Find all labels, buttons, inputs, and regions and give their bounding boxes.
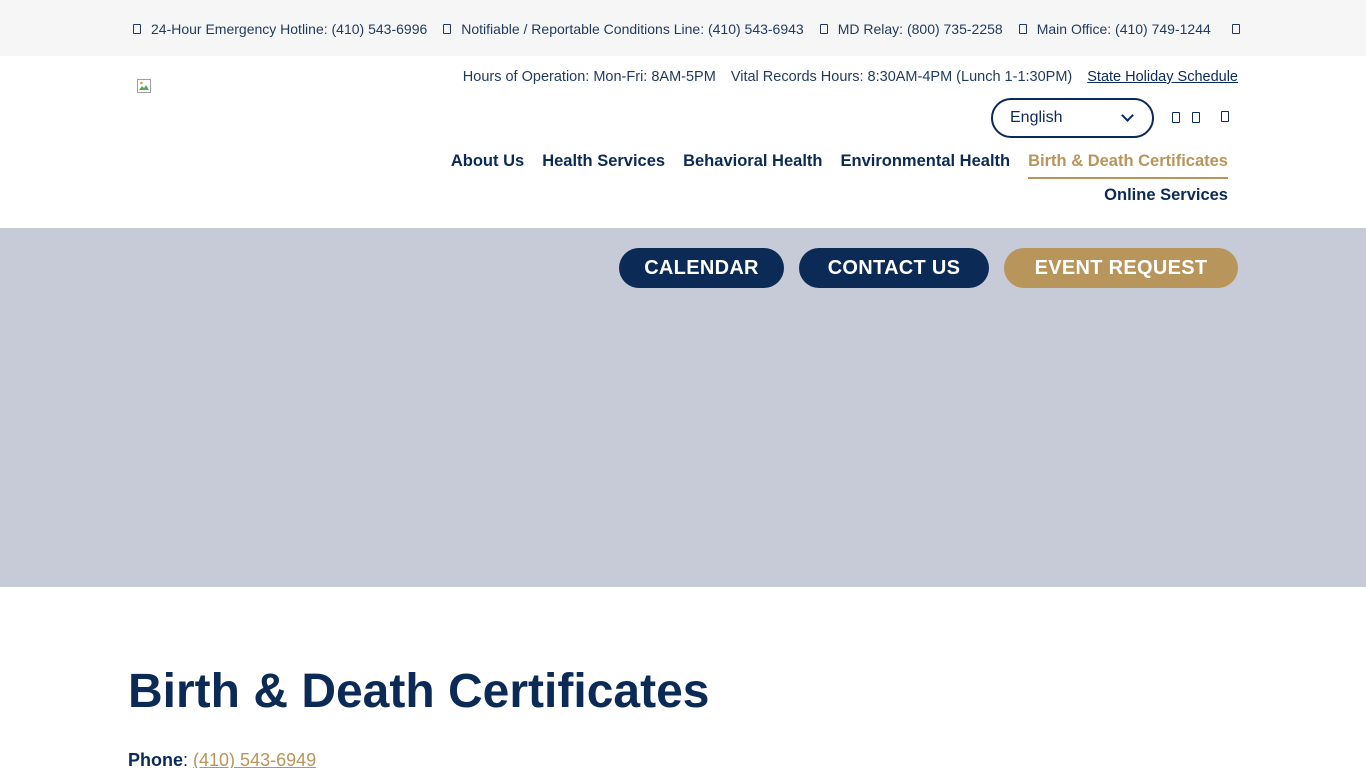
- language-select[interactable]: English: [991, 98, 1154, 138]
- broken-image-icon: [137, 79, 151, 93]
- twitter-icon[interactable]: [1192, 112, 1200, 123]
- md-relay-label: MD Relay: (800) 735-2258: [837, 21, 1003, 37]
- hours-of-operation: Hours of Operation: Mon-Fri: 8AM-5PM: [462, 69, 716, 85]
- search-icon[interactable]: [1231, 24, 1240, 34]
- main-office[interactable]: Main Office: (410) 749-1244: [1016, 21, 1211, 37]
- main-nav: About Us Health Services Behavioral Heal…: [433, 152, 1228, 179]
- nav-item-online-services[interactable]: Online Services: [1104, 186, 1228, 205]
- phone-icon: [819, 24, 828, 34]
- language-value: English: [1010, 109, 1063, 126]
- emergency-hotline-label: 24-Hour Emergency Hotline: (410) 543-699…: [151, 21, 428, 37]
- nav-item-health-services[interactable]: Health Services: [542, 152, 665, 179]
- phone-line: Phone: (410) 543-6949: [128, 750, 316, 768]
- hours-bar: Hours of Operation: Mon-Fri: 8AM-5PM Vit…: [448, 69, 1238, 85]
- reportable-conditions-label: Notifiable / Reportable Conditions Line:…: [461, 21, 804, 37]
- phone-label: Phone: [128, 750, 184, 768]
- site-logo[interactable]: [137, 79, 153, 95]
- vital-records-hours: Vital Records Hours: 8:30AM-4PM (Lunch 1…: [730, 69, 1073, 85]
- event-request-button[interactable]: EVENT REQUEST: [1004, 248, 1238, 288]
- reportable-conditions-line[interactable]: Notifiable / Reportable Conditions Line:…: [440, 21, 804, 37]
- nav-item-behavioral-health[interactable]: Behavioral Health: [683, 152, 822, 179]
- md-relay[interactable]: MD Relay: (800) 735-2258: [817, 21, 1003, 37]
- hero-banner: CALENDAR CONTACT US EVENT REQUEST: [0, 228, 1366, 587]
- nav-item-birth-death-certificates[interactable]: Birth & Death Certificates: [1028, 152, 1228, 179]
- utility-bar: 24-Hour Emergency Hotline: (410) 543-699…: [0, 0, 1366, 56]
- state-holiday-link[interactable]: State Holiday Schedule: [1087, 69, 1238, 85]
- instagram-icon[interactable]: [1221, 111, 1229, 122]
- phone-colon: :: [183, 750, 194, 768]
- phone-link[interactable]: (410) 543-6949: [193, 750, 316, 768]
- page-title: Birth & Death Certificates: [128, 665, 710, 718]
- main-office-label: Main Office: (410) 749-1244: [1036, 21, 1211, 37]
- nav-item-environmental-health[interactable]: Environmental Health: [840, 152, 1010, 179]
- phone-icon: [133, 24, 141, 34]
- emergency-hotline[interactable]: 24-Hour Emergency Hotline: (410) 543-699…: [130, 21, 427, 37]
- chevron-down-icon: [1121, 109, 1134, 122]
- phone-icon: [1018, 24, 1027, 34]
- utility-contacts: 24-Hour Emergency Hotline: (410) 543-699…: [130, 21, 1240, 37]
- nav-item-about-us[interactable]: About Us: [451, 152, 524, 179]
- facebook-icon[interactable]: [1172, 112, 1180, 123]
- calendar-button[interactable]: CALENDAR: [619, 248, 784, 288]
- contact-us-button[interactable]: CONTACT US: [799, 248, 989, 288]
- phone-icon: [443, 24, 452, 34]
